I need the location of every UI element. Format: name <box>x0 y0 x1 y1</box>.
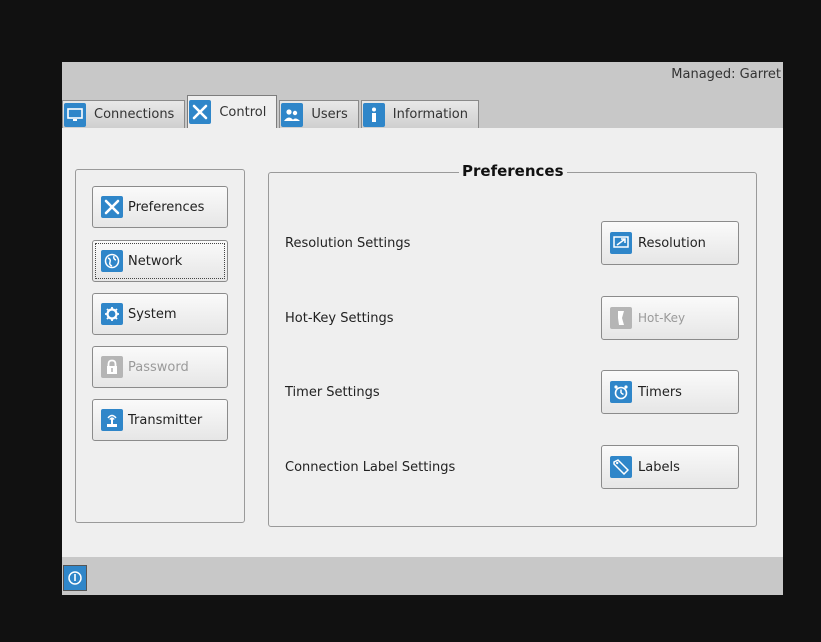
tab-connections[interactable]: Connections <box>62 100 186 128</box>
globe-icon <box>101 250 123 272</box>
sidebar-item-label: System <box>128 306 177 322</box>
top-bar: Managed: Garret Connections Control User… <box>62 62 783 128</box>
sidebar: Preferences Network System Password Tran… <box>75 169 245 523</box>
sidebar-item-label: Preferences <box>128 199 205 215</box>
tab-label: Users <box>311 107 348 122</box>
monitor-icon <box>64 102 86 127</box>
tab-information[interactable]: Information <box>360 100 480 128</box>
resolution-settings-label: Resolution Settings <box>285 236 411 251</box>
tab-bar: Connections Control Users Information <box>62 95 481 128</box>
tab-control[interactable]: Control <box>187 95 278 128</box>
button-label: Labels <box>638 459 680 475</box>
antenna-icon <box>101 409 123 431</box>
hotkey-settings-label: Hot-Key Settings <box>285 311 394 326</box>
labels-button[interactable]: Labels <box>601 445 739 489</box>
button-label: Resolution <box>638 235 706 251</box>
sidebar-item-preferences[interactable]: Preferences <box>92 186 228 228</box>
tools-icon <box>189 100 212 124</box>
tag-icon <box>610 456 632 478</box>
tab-label: Control <box>219 104 267 120</box>
gear-icon <box>101 303 123 325</box>
sidebar-item-label: Transmitter <box>128 412 203 428</box>
hotkey-icon <box>610 307 632 329</box>
managed-status: Managed: Garret <box>671 67 781 82</box>
preferences-panel: Preferences Resolution Settings Resoluti… <box>268 162 757 527</box>
sidebar-item-transmitter[interactable]: Transmitter <box>92 399 228 441</box>
sidebar-item-password[interactable]: Password <box>92 346 228 388</box>
tab-label: Information <box>392 107 469 122</box>
panel-title: Preferences <box>459 162 567 180</box>
users-icon <box>281 102 304 127</box>
tools-icon <box>101 196 123 218</box>
timers-button[interactable]: Timers <box>601 370 739 414</box>
hotkey-button[interactable]: Hot-Key <box>601 296 739 340</box>
info-icon <box>362 102 385 127</box>
connection-label-settings-label: Connection Label Settings <box>285 460 456 475</box>
sidebar-item-label: Network <box>128 253 183 269</box>
resolution-icon <box>610 232 632 254</box>
power-icon[interactable] <box>63 565 87 591</box>
sidebar-item-system[interactable]: System <box>92 293 228 335</box>
button-label: Timers <box>638 384 682 400</box>
timer-settings-label: Timer Settings <box>285 385 380 400</box>
resolution-button[interactable]: Resolution <box>601 221 739 265</box>
lock-icon <box>101 356 123 378</box>
bottom-bar <box>62 557 783 595</box>
button-label: Hot-Key <box>638 311 686 325</box>
sidebar-item-network[interactable]: Network <box>92 240 228 282</box>
tab-label: Connections <box>94 107 175 122</box>
timer-icon <box>610 381 632 403</box>
app-window: Managed: Garret Connections Control User… <box>62 62 783 595</box>
sidebar-item-label: Password <box>128 359 189 375</box>
tab-users[interactable]: Users <box>279 100 359 128</box>
